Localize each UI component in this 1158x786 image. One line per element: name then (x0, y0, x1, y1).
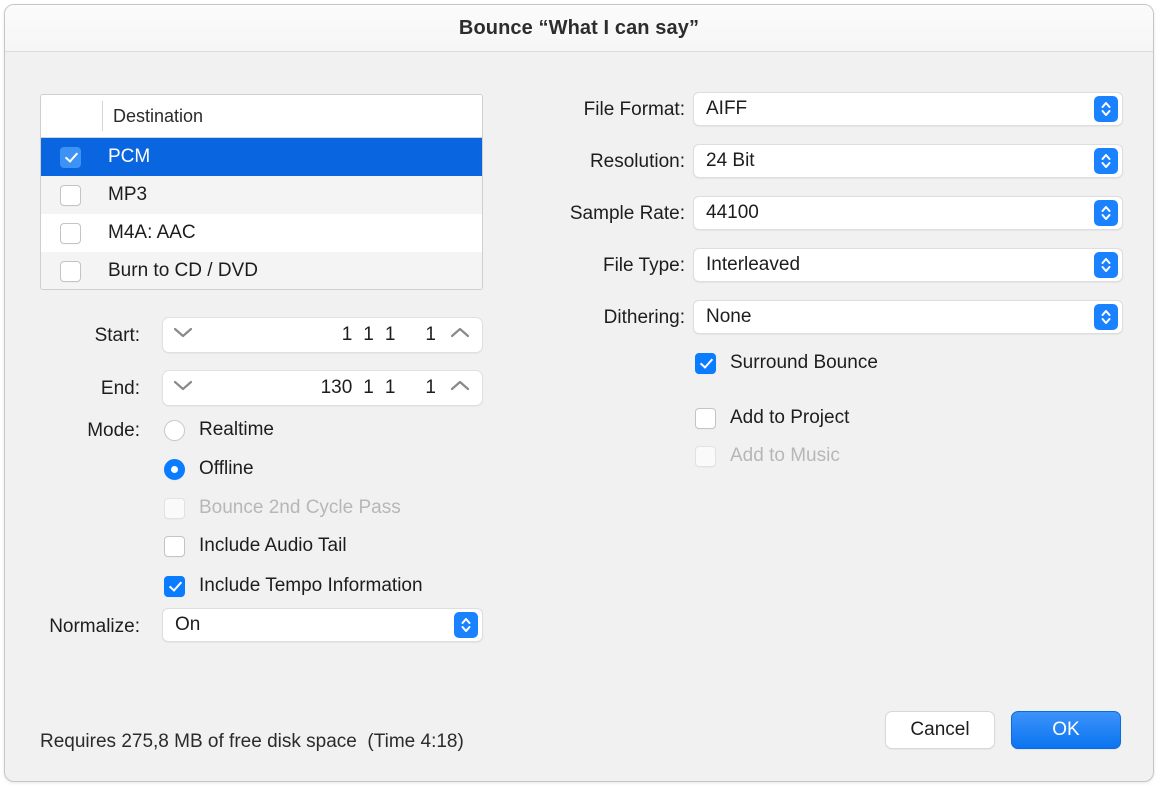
checkbox-surround-bounce-label: Surround Bounce (730, 352, 878, 373)
start-tick: 1 (425, 324, 436, 345)
end-bar: 130 (320, 377, 353, 398)
start-beat: 1 (363, 324, 374, 345)
end-label: End: (100, 378, 140, 399)
stepper-icon[interactable] (454, 612, 478, 638)
checkbox-include-audio-tail-label: Include Audio Tail (199, 535, 347, 556)
column-divider (102, 101, 103, 131)
cancel-button-label: Cancel (910, 719, 970, 740)
mode-option-realtime[interactable]: Realtime (164, 419, 274, 441)
stepper-icon[interactable] (1094, 96, 1118, 122)
radio-realtime[interactable] (164, 419, 185, 441)
end-tick: 1 (425, 377, 436, 398)
end-value[interactable]: 130 1 1 1 (193, 377, 450, 399)
file-format-label: File Format: (583, 99, 685, 120)
checkbox-add-to-music-box (695, 445, 716, 467)
ok-button[interactable]: OK (1011, 711, 1121, 749)
destination-table-header: Destination (41, 95, 482, 138)
checkbox-include-audio-tail[interactable]: Include Audio Tail (164, 535, 347, 557)
destination-label-m4a-aac: M4A: AAC (108, 222, 196, 243)
sample-rate-label: Sample Rate: (569, 203, 685, 224)
checkbox-bounce-2nd-cycle-pass: Bounce 2nd Cycle Pass (164, 497, 401, 519)
checkbox-surround-bounce-box[interactable] (695, 352, 716, 374)
resolution-label: Resolution: (589, 151, 685, 172)
dithering-label: Dithering: (603, 307, 685, 328)
destination-checkbox-m4a-aac[interactable] (60, 222, 81, 244)
checkbox-include-audio-tail-box[interactable] (164, 535, 185, 557)
file-format-value: AIFF (706, 98, 748, 119)
file-type-popup[interactable]: Interleaved (693, 248, 1123, 282)
destination-label-burn-cd-dvd: Burn to CD / DVD (108, 260, 258, 281)
mode-option-offline[interactable]: Offline (164, 458, 254, 480)
dithering-value: None (706, 306, 752, 327)
bounce-dialog: Bounce “What I can say” Destination PCM … (4, 4, 1154, 782)
checkbox-add-to-project[interactable]: Add to Project (695, 407, 849, 429)
checkbox-add-to-music: Add to Music (695, 445, 840, 467)
destination-row-pcm[interactable]: PCM (41, 138, 482, 176)
checkbox-bounce-2nd-cycle-pass-box (164, 497, 185, 519)
destination-label-pcm: PCM (108, 146, 151, 167)
destination-row-burn-cd-dvd[interactable]: Burn to CD / DVD (41, 252, 482, 289)
file-type-label: File Type: (602, 255, 685, 276)
end-position-field[interactable]: 130 1 1 1 (162, 370, 483, 406)
file-format-popup[interactable]: AIFF (693, 92, 1123, 126)
radio-offline[interactable] (164, 458, 185, 480)
chevron-down-icon[interactable] (173, 326, 193, 344)
checkbox-bounce-2nd-cycle-pass-label: Bounce 2nd Cycle Pass (199, 497, 401, 518)
end-beat: 1 (363, 377, 374, 398)
destination-checkbox-burn-cd-dvd[interactable] (60, 260, 81, 282)
normalize-value: On (175, 614, 201, 635)
checkbox-surround-bounce[interactable]: Surround Bounce (695, 352, 878, 374)
chevron-down-icon[interactable] (173, 379, 193, 397)
end-div: 1 (384, 377, 396, 398)
normalize-popup[interactable]: On (162, 608, 483, 642)
start-label: Start: (94, 325, 140, 346)
chevron-up-icon[interactable] (450, 379, 470, 397)
file-type-value: Interleaved (706, 254, 801, 275)
disk-space-status: Requires 275,8 MB of free disk space (Ti… (40, 731, 464, 752)
destination-row-m4a-aac[interactable]: M4A: AAC (41, 214, 482, 252)
dialog-titlebar: Bounce “What I can say” (5, 5, 1153, 52)
ok-button-label: OK (1052, 719, 1080, 740)
resolution-value: 24 Bit (706, 150, 755, 171)
checkbox-add-to-project-box[interactable] (695, 407, 716, 429)
sample-rate-popup[interactable]: 44100 (693, 196, 1123, 230)
destination-label-mp3: MP3 (108, 184, 148, 205)
checkbox-include-tempo-information[interactable]: Include Tempo Information (164, 575, 423, 597)
start-bar: 1 (341, 324, 353, 345)
destination-column-header: Destination (113, 105, 204, 126)
destination-row-mp3[interactable]: MP3 (41, 176, 482, 214)
sample-rate-value: 44100 (706, 202, 759, 223)
checkbox-add-to-project-label: Add to Project (730, 407, 850, 428)
stepper-icon[interactable] (1094, 304, 1118, 330)
destination-checkbox-mp3[interactable] (60, 184, 81, 206)
resolution-popup[interactable]: 24 Bit (693, 144, 1123, 178)
checkbox-include-tempo-information-box[interactable] (164, 575, 185, 597)
normalize-label: Normalize: (49, 616, 140, 637)
stepper-icon[interactable] (1094, 148, 1118, 174)
dialog-title: Bounce “What I can say” (458, 16, 700, 39)
mode-label: Mode: (87, 420, 140, 441)
checkbox-add-to-music-label: Add to Music (730, 445, 840, 466)
mode-label-offline: Offline (199, 458, 254, 479)
cancel-button[interactable]: Cancel (885, 711, 995, 749)
mode-label-realtime: Realtime (199, 419, 274, 440)
start-div: 1 (384, 324, 396, 345)
checkbox-include-tempo-information-label: Include Tempo Information (199, 575, 423, 596)
start-position-field[interactable]: 1 1 1 1 (162, 317, 483, 353)
destination-table[interactable]: Destination PCM MP3 M4A: AAC Burn to CD … (40, 94, 483, 290)
stepper-icon[interactable] (1094, 252, 1118, 278)
destination-checkbox-pcm[interactable] (60, 146, 81, 168)
stepper-icon[interactable] (1094, 200, 1118, 226)
dithering-popup[interactable]: None (693, 300, 1123, 334)
start-value[interactable]: 1 1 1 1 (193, 324, 450, 346)
